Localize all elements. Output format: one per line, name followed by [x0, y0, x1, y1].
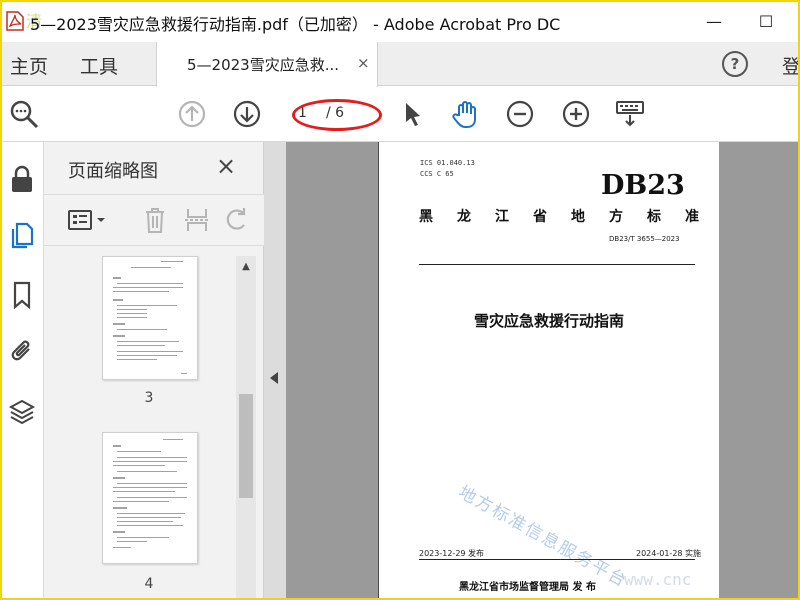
thumbnail-options-icon[interactable] — [66, 205, 110, 235]
top-rule — [419, 264, 695, 265]
login-button[interactable]: 登 — [782, 52, 800, 79]
issue-date: 2023-12-29 发布 — [419, 549, 485, 558]
thumbnail-label-4: 4 — [144, 576, 154, 592]
heading-char: 方 — [609, 209, 623, 225]
delete-page-icon[interactable] — [140, 205, 170, 235]
pdf-page: ICS 01.040.13 CCS C 65 DB23 黑 龙 江 省 地 方 … — [379, 142, 719, 600]
page-margin-right — [719, 142, 800, 600]
zoom-in-icon[interactable] — [560, 98, 592, 130]
extract-page-icon[interactable] — [182, 205, 212, 235]
keyboard-icon[interactable] — [614, 98, 646, 130]
scroll-up-icon[interactable]: ▲ — [236, 256, 256, 276]
document-view: ICS 01.040.13 CCS C 65 DB23 黑 龙 江 省 地 方 … — [264, 142, 800, 600]
bookmark-icon[interactable] — [7, 280, 37, 310]
tab-document[interactable]: 5—2023雪灾应急救... × — [156, 42, 378, 87]
heading-char: 准 — [685, 209, 699, 225]
page-thumbnails-panel: 页面缩略图 × 3 4 ▲ — [44, 142, 264, 600]
platform-watermark: 地方标准信息服务平台 — [454, 482, 631, 592]
corner-watermark-url: www.cnc — [624, 570, 692, 589]
close-tab-icon[interactable]: × — [357, 54, 370, 72]
collapse-left-icon[interactable] — [270, 372, 278, 384]
bottom-rule — [419, 559, 695, 560]
heading-char: 省 — [533, 209, 547, 225]
acrobat-app-icon — [6, 11, 24, 31]
next-page-icon[interactable] — [231, 98, 263, 130]
page-number-box[interactable]: 1 / 6 — [292, 99, 382, 131]
rotate-page-icon[interactable] — [222, 205, 252, 235]
hand-tool-icon[interactable] — [450, 98, 482, 130]
select-cursor-icon[interactable] — [397, 98, 429, 130]
heading-char: 黑 — [419, 209, 433, 225]
heading-char: 龙 — [457, 209, 471, 225]
tab-home[interactable]: 主页 — [10, 52, 48, 79]
search-zoom-icon[interactable] — [8, 98, 40, 130]
minimize-button[interactable]: — — [694, 6, 734, 36]
ics-code: ICS 01.040.13 — [420, 159, 475, 167]
thumbnail-page-4[interactable] — [102, 432, 198, 564]
scrollbar-thumb[interactable] — [239, 394, 253, 498]
tab-bar: 主页 工具 5—2023雪灾应急救... × ? 登 — [0, 42, 800, 87]
implementation-date: 2024-01-28 实施 — [636, 549, 702, 558]
standard-number: DB23/T 3655—2023 — [609, 235, 680, 243]
title-bar: 清 5—2023雪灾应急救援行动指南.pdf（已加密） - Adobe Acro… — [0, 0, 800, 42]
tab-tools[interactable]: 工具 — [80, 52, 118, 79]
left-navigation-rail — [0, 142, 44, 600]
window-title: 5—2023雪灾应急救援行动指南.pdf（已加密） - Adobe Acroba… — [30, 15, 561, 34]
attachment-icon[interactable] — [7, 337, 37, 367]
collapse-panel-strip[interactable] — [264, 142, 286, 600]
thumbnail-toolbar — [44, 194, 264, 246]
standard-code: DB23 — [601, 170, 685, 201]
publisher: 黑龙江省市场监督管理局 发 布 — [459, 582, 596, 593]
panel-title: 页面缩略图 — [68, 161, 158, 182]
help-icon[interactable]: ? — [722, 51, 748, 77]
heading-char: 标 — [647, 209, 661, 225]
lock-icon[interactable] — [7, 164, 37, 194]
zoom-out-icon[interactable] — [504, 98, 536, 130]
page-thumbnails-icon[interactable] — [7, 220, 37, 250]
thumbnail-page-3[interactable] — [102, 256, 198, 380]
toolbar: 1 / 6 — [0, 87, 800, 142]
heading-char: 地 — [571, 209, 585, 225]
ccs-code: CCS C 65 — [420, 170, 454, 178]
thumbnail-scrollbar[interactable]: ▲ — [236, 256, 256, 600]
layers-icon[interactable] — [7, 397, 37, 427]
document-tab-label: 5—2023雪灾应急救... — [187, 56, 340, 74]
thumbnail-label-3: 3 — [144, 390, 154, 406]
page-margin-left — [286, 142, 378, 600]
province-standard-heading: 黑 龙 江 省 地 方 标 准 — [419, 206, 699, 226]
red-annotation-ellipse — [292, 99, 382, 131]
previous-page-icon[interactable] — [176, 98, 208, 130]
close-panel-icon[interactable]: × — [216, 152, 236, 180]
heading-char: 江 — [495, 209, 509, 225]
maximize-button[interactable]: ☐ — [746, 6, 786, 36]
document-title: 雪灾应急救援行动指南 — [473, 312, 624, 330]
